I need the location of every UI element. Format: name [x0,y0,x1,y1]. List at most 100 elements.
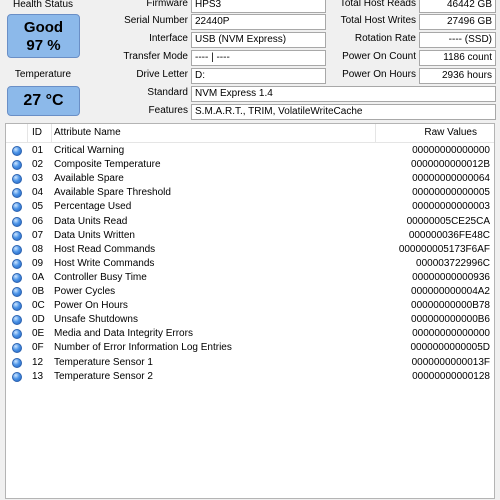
table-row[interactable]: 05 Percentage Used 00000000000003 [6,200,494,214]
attribute-id: 0C [32,300,45,312]
status-dot-icon [12,216,22,227]
raw-value: 0000000000005D [410,342,490,354]
attribute-name: Host Write Commands [54,257,155,269]
attribute-id: 05 [32,201,44,213]
total-host-writes-field: 27496 GB [419,14,496,30]
attribute-name: Percentage Used [54,201,132,213]
attribute-name: Composite Temperature [54,159,161,171]
table-row[interactable]: 04 Available Spare Threshold 0000000000000… [6,186,494,200]
table-row[interactable]: 0E Media and Data Integrity Errors 0000000… [6,327,494,341]
column-header-attribute-name[interactable]: Attribute Name [54,124,121,142]
status-dot-icon [12,174,22,185]
power-on-count-label: Power On Count [342,51,416,62]
table-row[interactable]: 06 Data Units Read 00000005CE25CA [6,215,494,229]
raw-value: 00000000000936 [412,271,490,283]
health-status-text: Good [23,19,64,36]
features-label: Features [148,105,188,116]
status-dot-icon [12,230,22,241]
interface-field: USB (NVM Express) [191,32,326,48]
status-dot-icon [12,146,22,156]
column-header-raw-values[interactable]: Raw Values [424,124,477,142]
table-row[interactable]: 07 Data Units Written 000000036FE48C [6,229,494,243]
attribute-name: Number of Error Information Log Entries [54,342,232,354]
raw-value: 000000000000B6 [411,314,490,326]
raw-value: 000003722996C [416,257,490,269]
table-row[interactable]: 0A Controller Busy Time 00000000000936 [6,271,494,285]
rotation-rate-field: ---- (SSD) [419,32,496,48]
health-percent-text: 97 % [26,37,61,54]
table-row[interactable]: 02 Composite Temperature 0000000000012B [6,158,494,172]
status-dot-icon [12,272,22,283]
table-row[interactable]: 0D Unsafe Shutdowns 000000000000B6 [6,313,494,327]
transfer-mode-label: Transfer Mode [123,51,188,62]
attribute-name: Data Units Read [54,215,128,227]
attribute-id: 12 [32,356,44,368]
rotation-rate-label: Rotation Rate [354,33,416,44]
status-dot-icon [12,371,22,382]
power-on-count-field: 1186 count [419,50,496,66]
raw-value: 0000000000013F [411,356,490,368]
health-status-badge: Good 97 % [7,14,80,58]
attribute-id: 08 [32,243,44,255]
table-row[interactable]: 03 Available Spare 00000000000064 [6,172,494,186]
temperature-badge: 27 °C [7,86,80,116]
status-dot-icon [12,357,22,368]
attribute-id: 03 [32,173,44,185]
raw-value: 00000005CE25CA [406,215,490,227]
status-dot-icon [12,329,22,340]
transfer-mode-field: ---- | ---- [191,50,326,66]
raw-value: 000000005173F6AF [398,243,490,255]
drive-letter-field: D: [191,68,326,84]
raw-value: 00000000000003 [412,201,490,213]
status-dot-icon [12,258,22,269]
status-dot-icon [12,301,22,312]
firmware-field: HPS3 [191,0,326,13]
table-row[interactable]: 01 Critical Warning 00000000000000 [6,144,494,158]
standard-label: Standard [147,87,188,98]
raw-value: 00000000000128 [412,370,490,382]
table-row[interactable]: 12 Temperature Sensor 1 0000000000013F [6,356,494,370]
attribute-id: 0B [32,286,45,297]
table-row[interactable]: 13 Temperature Sensor 2 00000000000128 [6,370,494,384]
attribute-name: Available Spare [54,173,124,185]
table-header: ID Attribute Name Raw Values [6,124,494,143]
attribute-id: 0E [32,328,45,340]
attribute-name: Controller Busy Time [54,271,147,283]
raw-value: 00000000000064 [412,173,490,185]
table-row[interactable]: 08 Host Read Commands 000000005173F6AF [6,243,494,257]
table-row[interactable]: 0C Power On Hours 00000000000B78 [6,299,494,313]
raw-value: 00000000000B78 [411,300,490,312]
raw-value: 00000000000005 [412,187,490,199]
firmware-label: Firmware [146,0,188,9]
features-field: S.M.A.R.T., TRIM, VolatileWriteCache [191,104,496,120]
attribute-id: 02 [32,159,44,171]
serial-number-field: 22440P [191,14,326,30]
serial-number-label: Serial Number [124,15,188,26]
attribute-name: Host Read Commands [54,243,156,255]
attribute-id: 0D [32,314,45,326]
raw-value: 00000000000000 [412,328,490,340]
status-dot-icon [12,188,22,199]
table-row[interactable]: 0B Power Cycles 000000000004A2 [6,285,494,299]
total-host-reads-label: Total Host Reads [339,0,416,9]
attribute-id: 04 [32,187,44,199]
smart-attributes-table[interactable]: ID Attribute Name Raw Values 01 Critical … [5,123,495,499]
status-dot-icon [12,202,22,213]
attribute-name: Power On Hours [54,300,128,312]
total-host-reads-field: 46442 GB [419,0,496,13]
attribute-id: 06 [32,215,44,227]
attribute-name: Critical Warning [54,145,125,156]
temperature-label: Temperature [14,69,72,80]
attribute-name: Temperature Sensor 1 [54,356,153,368]
attribute-name: Available Spare Threshold [54,187,171,199]
attribute-id: 0A [32,271,45,283]
attribute-name: Data Units Written [54,229,135,241]
standard-field: NVM Express 1.4 [191,86,496,102]
status-dot-icon [12,244,22,255]
table-row[interactable]: 09 Host Write Commands 000003722996C [6,257,494,271]
status-dot-icon [12,315,22,326]
column-header-id[interactable]: ID [32,124,42,142]
drive-letter-label: Drive Letter [136,69,188,80]
table-row[interactable]: 0F Number of Error Information Log Entrie… [6,341,494,355]
total-host-writes-label: Total Host Writes [340,15,416,26]
